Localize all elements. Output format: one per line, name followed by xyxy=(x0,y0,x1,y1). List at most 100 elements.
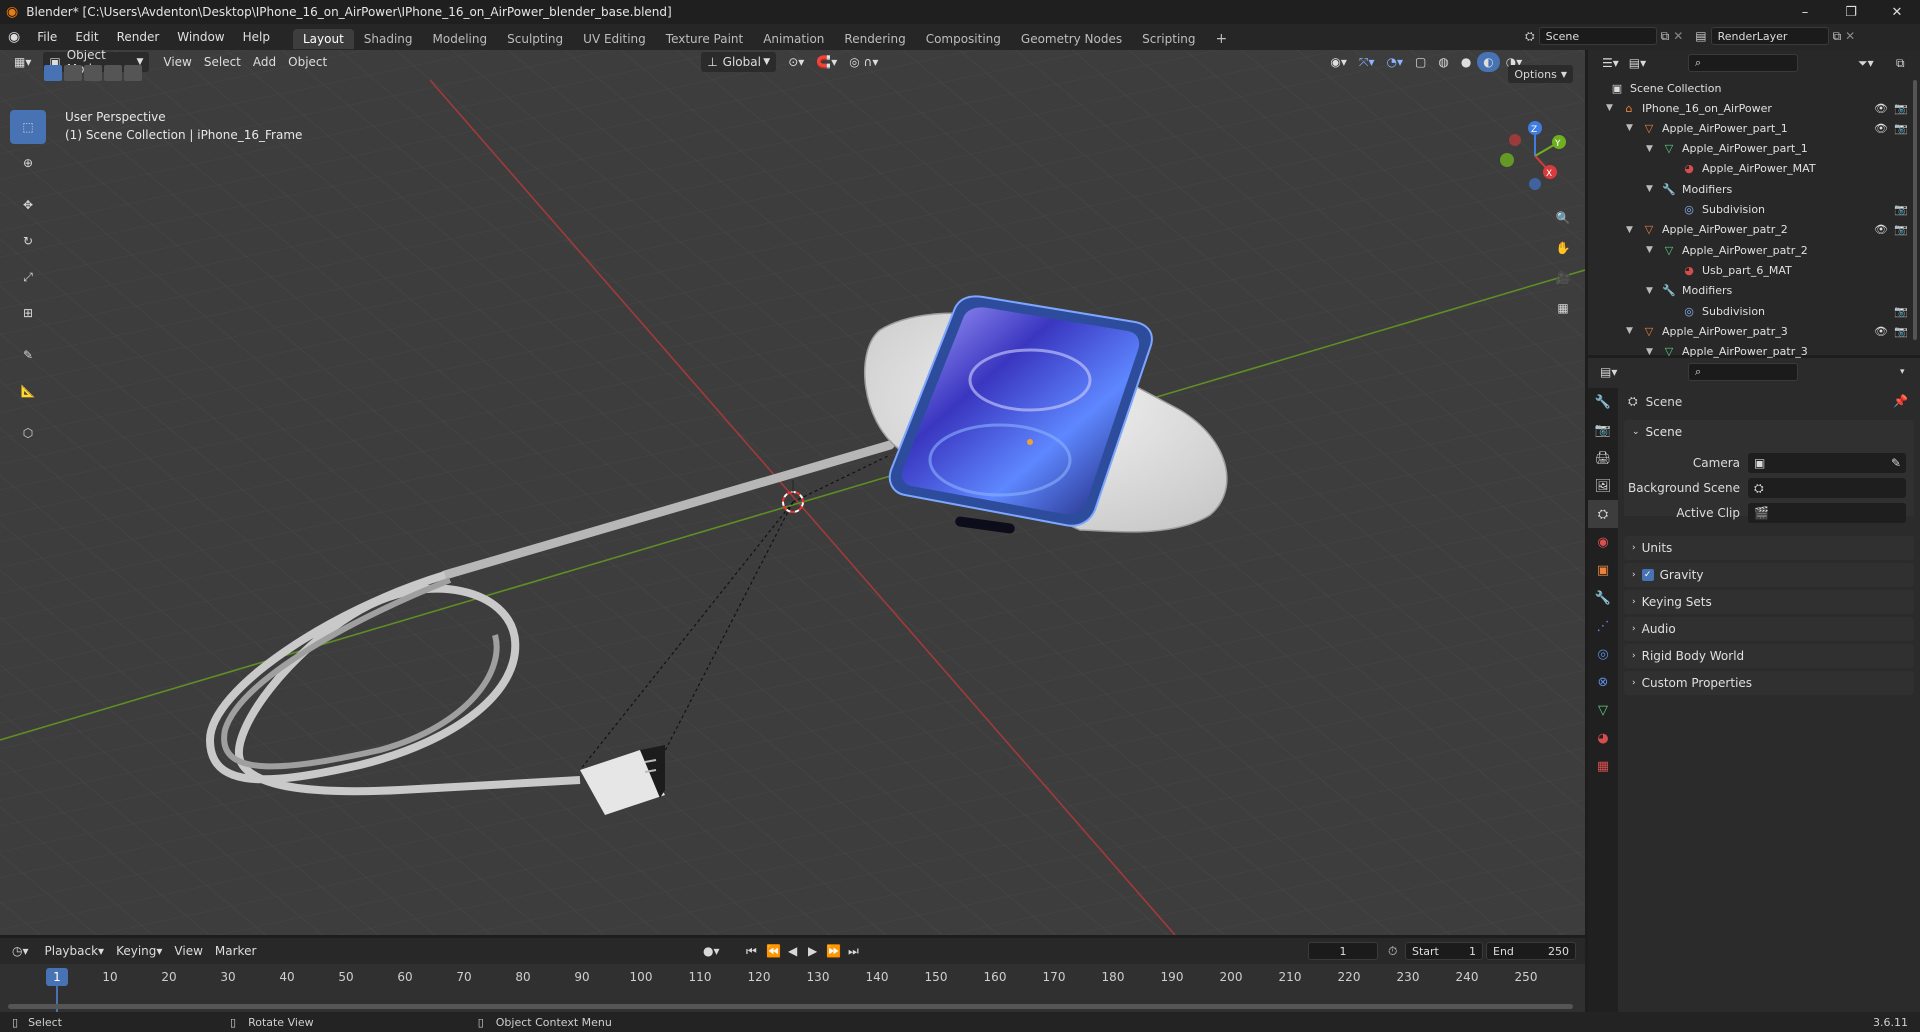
new-view-layer-icon[interactable]: ⧉ xyxy=(1833,29,1842,44)
tab-sculpting[interactable]: Sculpting xyxy=(497,29,573,49)
play-icon[interactable]: ▶ xyxy=(808,944,817,958)
gravity-checkbox[interactable]: ✓ xyxy=(1641,569,1654,581)
perspective-toggle-icon[interactable]: ▦ xyxy=(1550,295,1576,321)
tab-scripting[interactable]: Scripting xyxy=(1132,29,1205,49)
current-frame-input[interactable]: 1 xyxy=(1308,942,1378,960)
chevron-down-icon[interactable]: ▾ xyxy=(1900,367,1905,377)
annotate-tool-icon[interactable]: ✎ xyxy=(10,338,46,372)
view-layer-tab-icon[interactable]: 🖼 xyxy=(1588,472,1618,500)
scene-icon[interactable]: ⛭ xyxy=(1525,29,1535,44)
jump-start-icon[interactable]: ⏮ xyxy=(746,944,757,959)
jump-keyframe-back-icon[interactable]: ⏪ xyxy=(766,944,781,958)
audio-panel[interactable]: › Audio xyxy=(1624,617,1914,641)
tab-uv-editing[interactable]: UV Editing xyxy=(573,29,656,49)
render-camera-icon[interactable]: 📷 xyxy=(1894,305,1908,318)
rigid-body-world-panel[interactable]: › Rigid Body World xyxy=(1624,644,1914,668)
view-layer-icon[interactable]: ▤ xyxy=(1695,29,1706,43)
navigation-gizmo[interactable]: Z Y X xyxy=(1495,116,1575,196)
playhead[interactable]: 1 xyxy=(46,968,68,986)
add-cube-tool-icon[interactable]: ⬡ xyxy=(10,416,46,450)
maximize-button[interactable]: ❐ xyxy=(1828,0,1874,24)
tool-tab-icon[interactable]: 🔧 xyxy=(1588,388,1618,416)
properties-search-input[interactable]: ⌕ xyxy=(1688,363,1798,381)
zoom-icon[interactable]: 🔍 xyxy=(1550,205,1576,231)
outliner-search-input[interactable]: ⌕ xyxy=(1688,54,1798,72)
background-scene-field[interactable]: ⛭ xyxy=(1748,478,1906,498)
outliner-editor-icon[interactable]: ☰▾ xyxy=(1602,56,1619,70)
tab-layout[interactable]: Layout xyxy=(292,29,354,49)
outliner-row[interactable]: ▼ ▽ Apple_AirPower_patr_3 👁 📷 xyxy=(1588,321,1920,341)
camera-field[interactable]: ▣ ✎ xyxy=(1748,453,1906,473)
scene-selector[interactable]: Scene xyxy=(1538,27,1657,45)
menu-select[interactable]: Select xyxy=(198,52,247,72)
filter-icon[interactable]: ⏷▾ xyxy=(1858,56,1874,71)
menu-window[interactable]: Window xyxy=(168,24,233,50)
snap-icon[interactable]: 🧲▾ xyxy=(810,52,843,72)
outliner-row[interactable]: ◎ Subdivision 📷 xyxy=(1588,301,1920,321)
menu-render[interactable]: Render xyxy=(108,24,169,50)
tab-animation[interactable]: Animation xyxy=(753,29,834,49)
add-workspace-button[interactable]: + xyxy=(1206,29,1238,49)
expand-arrow-icon[interactable]: ▼ xyxy=(1626,326,1633,336)
menu-view[interactable]: View xyxy=(157,52,197,72)
cursor-tool-icon[interactable]: ⊕ xyxy=(10,146,46,180)
transform-tool-icon[interactable]: ⊞ xyxy=(10,296,46,330)
playback-menu[interactable]: Playback ▾ xyxy=(39,941,111,961)
camera-view-icon[interactable]: 🎥 xyxy=(1550,265,1576,291)
select-invert-icon[interactable] xyxy=(104,65,122,81)
outliner-row[interactable]: ▼ ▽ Apple_AirPower_part_1 xyxy=(1588,139,1920,159)
visibility-selectability-icon[interactable]: ◉▾ xyxy=(1324,52,1353,72)
rotate-tool-icon[interactable]: ↻ xyxy=(10,224,46,258)
minimize-button[interactable]: – xyxy=(1782,0,1828,24)
scene-panel-header[interactable]: ⌄ Scene xyxy=(1624,420,1914,444)
scale-tool-icon[interactable]: ⤢ xyxy=(10,260,46,294)
timeline-editor-icon[interactable]: ◷▾ xyxy=(12,944,29,958)
visibility-eye-icon[interactable]: 👁 xyxy=(1874,223,1888,236)
outliner-row[interactable]: ◕ Apple_AirPower_MAT xyxy=(1588,159,1920,179)
view-menu[interactable]: View xyxy=(168,941,208,961)
expand-arrow-icon[interactable]: ▼ xyxy=(1646,347,1653,357)
proportional-edit-icon[interactable]: ◎ ∩▾ xyxy=(843,52,884,72)
overlays-toggle-icon[interactable]: ◔▾ xyxy=(1380,52,1409,72)
options-button[interactable]: Options ▼ xyxy=(1508,65,1573,83)
solid-shading-icon[interactable]: ● xyxy=(1455,52,1477,72)
menu-add[interactable]: Add xyxy=(247,52,282,72)
physics-tab-icon[interactable]: ◎ xyxy=(1588,640,1618,668)
outliner-row[interactable]: ◎ Subdivision 📷 xyxy=(1588,200,1920,220)
gizmo-toggle-icon[interactable]: ⤧▾ xyxy=(1353,52,1381,72)
tab-rendering[interactable]: Rendering xyxy=(834,29,915,49)
tab-modeling[interactable]: Modeling xyxy=(423,29,498,49)
render-camera-icon[interactable]: 📷 xyxy=(1894,325,1908,338)
properties-editor-icon[interactable]: ▤▾ xyxy=(1600,365,1617,379)
outliner-row[interactable]: ▼ ▽ Apple_AirPower_part_1 👁 📷 xyxy=(1588,118,1920,138)
outliner-row[interactable]: ▼ 🔧 Modifiers xyxy=(1588,281,1920,301)
select-intersect-icon[interactable] xyxy=(124,65,142,81)
outliner-row[interactable]: ▼ ▽ Apple_AirPower_patr_2 xyxy=(1588,240,1920,260)
measure-tool-icon[interactable]: 📐 xyxy=(10,374,46,408)
expand-arrow-icon[interactable]: ▼ xyxy=(1626,123,1633,133)
texture-tab-icon[interactable]: ▦ xyxy=(1588,752,1618,780)
render-camera-icon[interactable]: 📷 xyxy=(1894,223,1908,236)
particles-tab-icon[interactable]: ⋰ xyxy=(1588,612,1618,640)
pivot-point-icon[interactable]: ⊙▾ xyxy=(782,52,810,72)
material-tab-icon[interactable]: ◕ xyxy=(1588,724,1618,752)
scene-tab-icon[interactable]: ⛭ xyxy=(1588,500,1618,528)
jump-end-icon[interactable]: ⏭ xyxy=(848,944,859,959)
move-tool-icon[interactable]: ✥ xyxy=(10,188,46,222)
tab-geometry-nodes[interactable]: Geometry Nodes xyxy=(1011,29,1132,49)
menu-file[interactable]: File xyxy=(28,24,66,50)
display-mode-icon[interactable]: ▤▾ xyxy=(1629,56,1646,70)
xray-toggle-icon[interactable]: ▢ xyxy=(1409,52,1432,72)
expand-arrow-icon[interactable]: ▼ xyxy=(1606,103,1613,113)
delete-view-layer-icon[interactable]: ✕ xyxy=(1845,29,1855,43)
pin-icon[interactable]: 📌 xyxy=(1893,394,1908,408)
jump-keyframe-forward-icon[interactable]: ⏩ xyxy=(826,944,841,958)
object-tab-icon[interactable]: ▣ xyxy=(1588,556,1618,584)
delete-scene-icon[interactable]: ✕ xyxy=(1673,29,1683,43)
render-tab-icon[interactable]: 📷 xyxy=(1588,416,1618,444)
view-layer-selector[interactable]: RenderLayer xyxy=(1710,27,1829,45)
record-icon[interactable]: ●▾ xyxy=(703,944,720,958)
active-clip-field[interactable]: 🎬 xyxy=(1748,503,1906,523)
gravity-panel[interactable]: › ✓ Gravity xyxy=(1624,563,1914,587)
select-new-icon[interactable] xyxy=(44,65,62,81)
